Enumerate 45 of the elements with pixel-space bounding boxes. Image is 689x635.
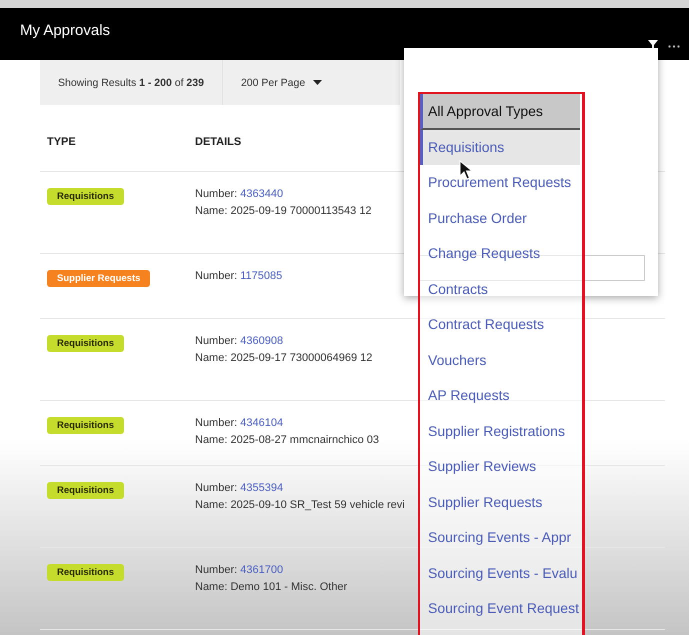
- approval-type-option[interactable]: Requisitions: [420, 130, 580, 165]
- approval-type-option[interactable]: Sourcing Events - Evalu: [420, 556, 580, 591]
- page-title: My Approvals: [20, 22, 110, 38]
- number-link[interactable]: 1175085: [240, 270, 282, 282]
- type-tag: Requisitions: [47, 188, 124, 205]
- name-text: Name: 2025-09-17 73000064969 12: [195, 351, 372, 366]
- approval-type-option[interactable]: Sourcing Events - Appr: [420, 520, 580, 556]
- approval-type-option[interactable]: Supplier Reviews: [420, 449, 580, 484]
- type-tag: Supplier Requests: [47, 270, 150, 287]
- number-link[interactable]: 4363440: [240, 188, 284, 200]
- name-text: Name: 2025-09-19 70000113543 12: [195, 204, 372, 219]
- number-label: Number:: [195, 270, 238, 282]
- number-link[interactable]: 4361700: [240, 564, 284, 576]
- column-header: TYPE: [46, 135, 77, 148]
- approval-type-option[interactable]: Sourcing Event Request: [420, 591, 580, 626]
- approval-type-option[interactable]: Contract Requests: [420, 307, 580, 342]
- name-text: Name: Demo 101 - Misc. Other: [195, 580, 348, 595]
- type-tag: Requisitions: [47, 564, 124, 581]
- approval-type-option[interactable]: All Approval Types: [420, 94, 580, 130]
- name-text: Name: 2025-09-10 SR_Test 59 vehicle revi: [195, 498, 405, 513]
- approval-type-option[interactable]: Procurement Requests: [420, 165, 580, 200]
- name-text: Name: 2025-08-27 mmcnairnchico 03: [195, 433, 380, 448]
- per-page-dropdown[interactable]: 200 Per Page: [222, 76, 322, 88]
- number-link[interactable]: 4360908: [240, 335, 284, 347]
- number-label: Number:: [195, 417, 238, 429]
- type-tag: Requisitions: [47, 417, 124, 434]
- number-link[interactable]: 4346104: [240, 417, 284, 429]
- approval-type-option[interactable]: Vouchers: [420, 342, 580, 378]
- results-count: Showing Results 1 - 200 of 239: [40, 60, 223, 105]
- approval-type-option[interactable]: Contracts: [420, 272, 580, 307]
- type-tag: Requisitions: [47, 482, 124, 499]
- approval-type-option[interactable]: Change Requests: [420, 236, 580, 272]
- type-tag: Requisitions: [47, 335, 124, 352]
- number-link[interactable]: 4355394: [240, 482, 284, 494]
- approval-type-option[interactable]: AP Requests: [420, 378, 580, 414]
- more-icon[interactable]: [668, 45, 680, 48]
- column-header: DETAILS: [195, 135, 242, 148]
- approval-type-option[interactable]: Supplier Requests: [420, 484, 580, 520]
- number-label: Number:: [195, 564, 238, 576]
- number-label: Number:: [195, 188, 238, 200]
- caret-icon: [313, 80, 322, 85]
- number-label: Number:: [195, 482, 238, 494]
- approval-type-option[interactable]: Purchase Order: [420, 200, 580, 236]
- number-label: Number:: [195, 335, 238, 347]
- approval-type-option[interactable]: Supplier Registrations: [420, 414, 580, 449]
